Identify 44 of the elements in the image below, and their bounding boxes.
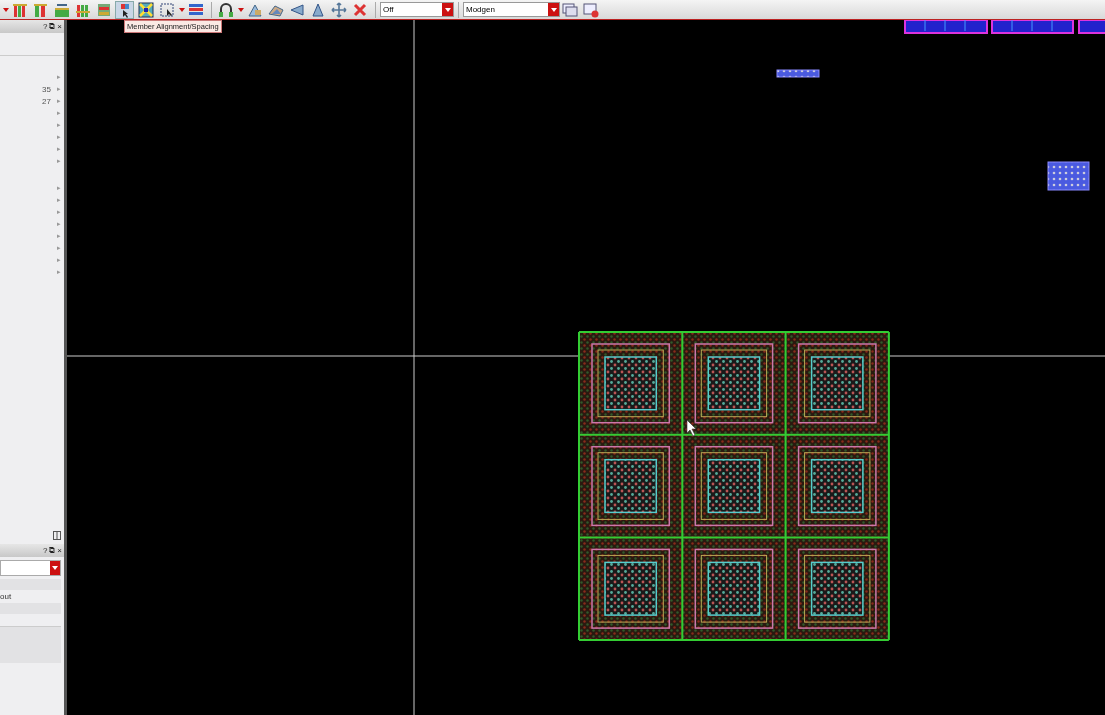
dropdown-field[interactable] [0,560,61,576]
up-triangle-icon [309,1,326,18]
caret-icon [444,7,451,12]
move-button[interactable] [329,0,348,19]
layout-shape [776,69,820,78]
count-label: 27 [42,96,51,106]
alignment-button[interactable] [115,0,134,19]
window-close-button[interactable] [581,0,600,19]
close-button[interactable]: × [57,22,62,31]
float-button[interactable]: ⧉ [49,546,56,555]
close-button[interactable]: × [57,546,62,555]
move-icon [330,1,347,18]
cross-box-button[interactable] [136,0,155,19]
select-box-button[interactable] [157,0,176,19]
caret-icon[interactable] [238,7,244,12]
mode-dropdown[interactable]: Off [380,2,454,17]
stacked-bars-icon [95,1,112,18]
delete-icon [351,1,368,18]
float-button[interactable]: ⧉ [49,22,56,31]
mode-dropdown[interactable]: Modgen [463,2,560,17]
select-box-icon [158,1,175,18]
left-triangle-icon [288,1,305,18]
list-item[interactable]: out [0,591,61,603]
count-label: 35 [42,84,51,94]
layout-shape [1047,161,1090,191]
cross-box-icon [137,1,154,18]
list-area [0,626,61,663]
caret-icon[interactable] [3,7,9,12]
row-bars-icon [53,1,70,18]
column-bars-icon [11,1,28,18]
arch-button[interactable] [216,0,235,19]
striped-grid-icon [187,1,204,18]
windows-button[interactable] [560,0,579,19]
panel-icon[interactable] [53,531,61,540]
column-bars-icon [32,1,49,18]
caret-icon[interactable] [179,7,185,12]
help-button[interactable]: ? [42,22,48,31]
cursor-icon [686,419,697,437]
caret-icon [52,566,58,570]
caret-icon [550,7,557,12]
window-close-icon [582,1,599,18]
arch-icon [217,1,234,18]
help-button[interactable]: ? [42,546,48,555]
windows-icon [561,1,578,18]
